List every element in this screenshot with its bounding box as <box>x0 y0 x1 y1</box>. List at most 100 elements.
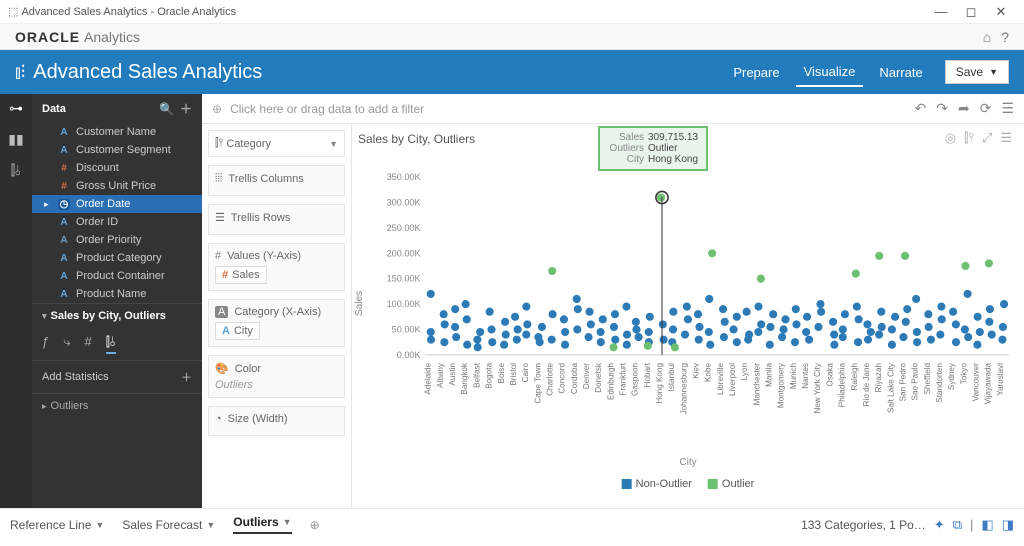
add-canvas-icon[interactable]: ⊕ <box>310 518 320 532</box>
category-shelf[interactable]: ACategory (X-Axis) ACity <box>208 299 345 347</box>
svg-text:Liverpool: Liverpool <box>728 363 737 396</box>
canvas-tab-sales-forecast[interactable]: Sales Forecast▼ <box>122 518 215 532</box>
trellis-columns-shelf[interactable]: ⦙⦙⦙Trellis Columns <box>208 165 345 196</box>
scatter-chart[interactable]: 0.00K50.00K100.00K150.00K200.00K250.00K3… <box>384 150 1014 448</box>
window-title: Advanced Sales Analytics - Oracle Analyt… <box>21 6 236 18</box>
refresh-icon[interactable]: ⟳ <box>980 100 992 117</box>
rail-viz-icon[interactable]: ▮▮ <box>8 131 23 148</box>
field-item[interactable]: AProduct Container <box>32 267 202 285</box>
x-axis-label: City <box>679 457 696 468</box>
visualization-canvas[interactable]: Sales by City, Outliers ◎ ⫿⫯ ⤢ ☰ Sales30… <box>352 124 1024 508</box>
tab-prepare[interactable]: Prepare <box>725 59 787 86</box>
field-item[interactable]: #Discount <box>32 159 202 177</box>
category-chart-icon: ⫿⫯ <box>215 137 223 150</box>
panel-right-icon[interactable]: ◨ <box>1002 517 1014 533</box>
svg-text:Frankfurt: Frankfurt <box>618 362 627 395</box>
svg-text:Libreville: Libreville <box>716 363 725 395</box>
category-chip[interactable]: ACity <box>215 322 260 340</box>
minimize-button[interactable]: — <box>926 4 956 19</box>
tool-analytics-icon[interactable]: ⫿⫰ <box>106 334 116 354</box>
svg-text:Belfast: Belfast <box>472 362 481 388</box>
redo-icon[interactable]: ↷ <box>936 100 948 117</box>
help-icon[interactable]: ? <box>1001 29 1009 45</box>
field-item[interactable]: AProduct Name <box>32 285 202 303</box>
svg-text:Istanbul: Istanbul <box>667 363 676 392</box>
field-item[interactable]: AOrder ID <box>32 213 202 231</box>
viz-section-caret-icon[interactable]: ▸ <box>39 314 50 319</box>
svg-text:Manchester: Manchester <box>752 363 761 406</box>
data-panel-label: Data <box>42 103 66 115</box>
svg-text:0.00K: 0.00K <box>397 350 421 360</box>
expand-icon[interactable]: ⤢ <box>982 130 992 146</box>
outliers-caret-icon: ▸ <box>42 401 47 412</box>
tool-function-icon[interactable]: ƒ <box>42 334 49 354</box>
canvas-tab-reference-line[interactable]: Reference Line▼ <box>10 518 104 532</box>
svg-text:50.00K: 50.00K <box>392 325 421 335</box>
svg-text:Edinburgh: Edinburgh <box>606 363 615 400</box>
target-icon[interactable]: ◎ <box>945 130 956 146</box>
field-item[interactable]: ▸◷Order Date <box>32 195 202 213</box>
filter-hint[interactable]: Click here or drag data to add a filter <box>230 102 424 116</box>
rail-analytics-icon[interactable]: ⫿⫰ <box>11 162 22 179</box>
canvas-tab-outliers[interactable]: Outliers▼ <box>233 515 291 534</box>
values-chip[interactable]: #Sales <box>215 266 267 284</box>
svg-text:Yaroslavl: Yaroslavl <box>996 363 1005 396</box>
chart-type-icon[interactable]: ⫿⫯ <box>964 130 974 146</box>
values-shelf[interactable]: #Values (Y-Axis) #Sales <box>208 243 345 291</box>
svg-text:Bristol: Bristol <box>509 363 518 386</box>
save-caret-icon[interactable]: ▼ <box>989 67 998 77</box>
tab-narrate[interactable]: Narrate <box>871 59 930 86</box>
svg-text:Adelaide: Adelaide <box>424 363 433 395</box>
svg-text:Cordoba: Cordoba <box>570 363 579 395</box>
maximize-button[interactable]: ◻ <box>956 4 986 20</box>
field-item[interactable]: AOrder Priority <box>32 231 202 249</box>
project-icon: ⫾⫶ <box>15 62 25 83</box>
svg-text:Osaka: Osaka <box>825 363 834 387</box>
viz-menu-icon[interactable]: ☰ <box>1000 130 1012 146</box>
field-item[interactable]: ACustomer Segment <box>32 141 202 159</box>
copy-viz-icon[interactable]: ⧉ <box>953 517 962 533</box>
menu-icon[interactable]: ☰ <box>1001 100 1014 117</box>
svg-text:Sao Paulo: Sao Paulo <box>911 363 920 401</box>
tool-branch-icon[interactable]: ⤷ <box>63 334 70 354</box>
field-item[interactable]: AProduct Category <box>32 249 202 267</box>
field-item[interactable]: #Gross Unit Price <box>32 177 202 195</box>
svg-text:Sydney: Sydney <box>947 362 956 390</box>
viz-section-label: Sales by City, Outliers <box>51 310 166 322</box>
svg-text:Austin: Austin <box>448 363 457 386</box>
svg-text:Hong Kong: Hong Kong <box>655 363 664 404</box>
save-button[interactable]: Save▼ <box>945 60 1009 84</box>
home-icon[interactable]: ⌂ <box>983 29 991 45</box>
size-shelf[interactable]: ◔Size (Width) <box>208 406 345 436</box>
svg-text:Cape Town: Cape Town <box>533 363 542 403</box>
panel-left-icon[interactable]: ◧ <box>981 517 993 533</box>
svg-text:Standorten: Standorten <box>935 363 944 403</box>
share-icon[interactable]: ➦ <box>958 100 970 117</box>
trellis-rows-shelf[interactable]: ☰Trellis Rows <box>208 204 345 235</box>
data-tooltip: Sales309,715.13 OutliersOutlier CityHong… <box>598 126 708 171</box>
auto-viz-icon[interactable]: ✦ <box>934 517 945 533</box>
close-button[interactable]: ✕ <box>986 4 1016 20</box>
undo-icon[interactable]: ↶ <box>915 100 927 117</box>
plus-icon[interactable]: ＋ <box>181 369 192 385</box>
add-data-icon[interactable]: ＋ <box>180 100 192 117</box>
svg-text:Johannesburg: Johannesburg <box>679 363 688 414</box>
trellis-rows-icon: ☰ <box>215 211 225 224</box>
svg-text:350.00K: 350.00K <box>387 172 421 182</box>
add-filter-icon[interactable]: ⊕ <box>212 102 222 116</box>
category-icon: A <box>215 306 228 318</box>
tab-visualize[interactable]: Visualize <box>796 58 864 87</box>
svg-text:Boise: Boise <box>497 363 506 384</box>
field-item[interactable]: ACustomer Name <box>32 123 202 141</box>
search-icon[interactable]: 🔍 <box>159 102 174 116</box>
viz-type-dropdown[interactable]: ⫿⫯ Category ▼ <box>208 130 345 157</box>
svg-text:300.00K: 300.00K <box>387 198 421 208</box>
rail-data-icon[interactable]: ⊶ <box>9 100 23 117</box>
add-statistics-row[interactable]: Add Statistics ＋ <box>32 360 202 393</box>
page-title: Advanced Sales Analytics <box>33 61 262 84</box>
tool-grid-icon[interactable]: # <box>85 334 92 354</box>
svg-text:Vancouver: Vancouver <box>971 363 980 401</box>
color-shelf[interactable]: 🎨Color Outliers <box>208 355 345 398</box>
outliers-row[interactable]: ▸ Outliers <box>32 393 202 418</box>
svg-text:Philadelphia: Philadelphia <box>838 363 847 408</box>
